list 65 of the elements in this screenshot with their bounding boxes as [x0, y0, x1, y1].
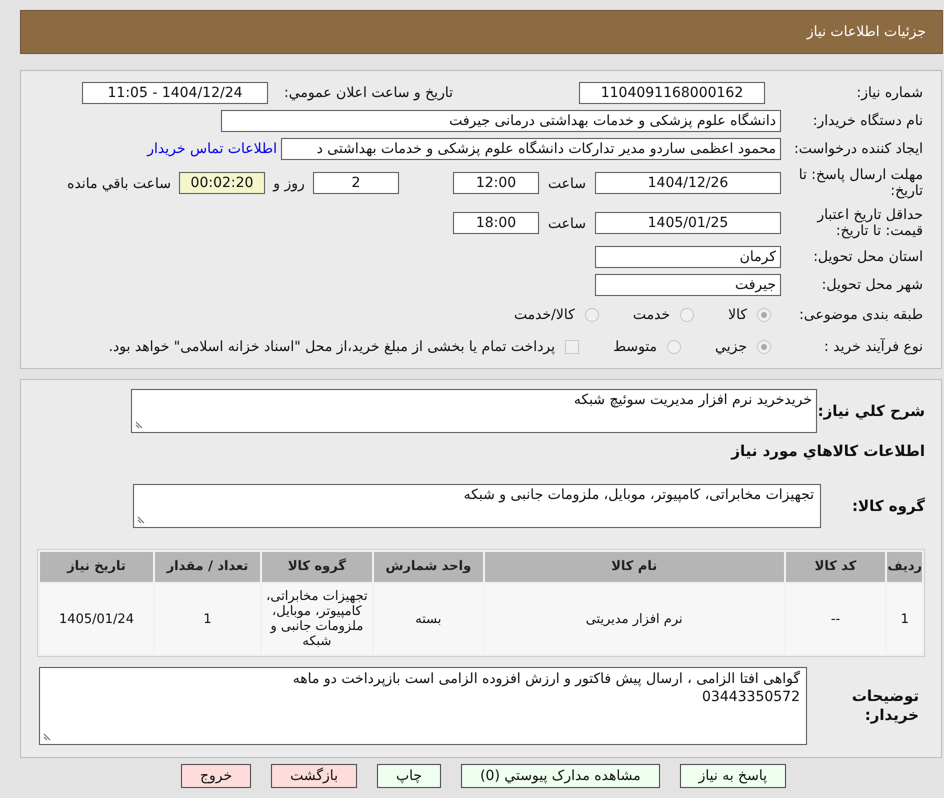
table-cell: -- — [786, 584, 886, 654]
field-label: توضیحات خریدار: — [852, 687, 919, 724]
field-label: نام دستگاه خریدار: — [812, 113, 923, 129]
countdown-field[interactable]: 00:02:20 — [179, 172, 265, 194]
action-button[interactable]: بازگشت — [271, 764, 357, 788]
label-text: ساعت — [548, 216, 586, 232]
column-header: تعداد / مقدار — [155, 552, 260, 582]
action-button[interactable]: خروج — [180, 764, 252, 788]
field-label: شرح کلي نياز: — [818, 402, 925, 420]
field-label: استان محل تحویل: — [813, 249, 923, 265]
text-field[interactable]: 2 — [313, 172, 399, 194]
text-field[interactable]: 1405/01/25 — [595, 212, 781, 234]
text-field[interactable]: دانشگاه علوم پزشکی و خدمات بهداشتی درمانی جیرفت — [221, 110, 781, 132]
table-cell: 1 — [887, 584, 922, 654]
field-label: گروه کالا: — [852, 496, 925, 515]
page-title: جزئیات اطلاعات نیاز — [806, 22, 926, 42]
column-header: کد کالا — [786, 552, 886, 582]
radio-label: متوسط — [613, 338, 658, 356]
field-label: حداقل تاریخ اعتبار قیمت: تا تاریخ: — [817, 207, 923, 239]
label-text: تاریخ و ساعت اعلان عمومي: — [284, 84, 453, 102]
label-text: ساعت باقي مانده — [67, 176, 171, 192]
text-field[interactable]: 1404/12/26 — [595, 172, 781, 194]
field-label: شماره نیاز: — [856, 85, 923, 101]
section-heading: اطلاعات کالاهاي مورد نياز — [731, 442, 925, 460]
field-label: شهر محل تحویل: — [822, 277, 923, 293]
table-cell: بسته — [374, 584, 483, 654]
resize-grip-icon[interactable] — [43, 733, 51, 741]
field-label: نوع فرآیند خرید : — [824, 339, 923, 355]
column-header: ردیف — [887, 552, 922, 582]
column-header: واحد شمارش — [374, 552, 483, 582]
radio-label: جزيي — [715, 338, 747, 356]
notes-line: 03443350572 — [701, 688, 800, 706]
column-header: نام کالا — [484, 552, 784, 582]
radio-label: کالا/خدمت — [514, 306, 575, 324]
text-field[interactable]: 12:00 — [453, 172, 539, 194]
resize-grip-icon[interactable] — [137, 516, 145, 524]
text-field[interactable]: کرمان — [595, 246, 781, 268]
resize-grip-icon[interactable] — [135, 421, 143, 429]
action-button[interactable]: پاسخ به نیاز — [680, 764, 786, 788]
checkbox[interactable] — [565, 340, 580, 354]
label-text: ساعت — [548, 176, 586, 192]
field-label: طبقه بندی موضوعی: — [799, 307, 923, 323]
action-button[interactable]: چاپ — [376, 764, 442, 788]
checkbox-label: پرداخت تمام یا بخشی از مبلغ خرید،از محل "اسناد خزانه اسلامی" خواهد بود. — [108, 338, 556, 356]
goods-group-field[interactable]: تجهیزات مخابراتی، کامپیوتر، موبایل، ملزومات جانبی و شبکه — [133, 484, 821, 528]
column-header: گروه کالا — [262, 552, 372, 582]
table-cell: نرم افزار مدیریتی — [484, 584, 784, 654]
label-text: روز و — [273, 176, 305, 192]
radio-label: کالا — [728, 306, 747, 324]
description-field[interactable]: خریدخرید نرم افزار مدیریت سوئیچ شبکه — [131, 389, 817, 433]
text-field[interactable]: محمود اعظمی ساردو مدیر تدارکات دانشگاه علوم پزشکی و خدمات بهداشتی د — [281, 138, 781, 160]
column-header: تاریخ نیاز — [40, 552, 153, 582]
table-cell: 1 — [155, 584, 260, 654]
contact-link[interactable]: اطلاعات تماس خریدار — [147, 138, 277, 160]
table-cell: 1405/01/24 — [40, 584, 153, 654]
table-cell: تجهیزات مخابراتی، کامپیوتر، موبایل، ملزومات جانبی و شبکه — [262, 584, 372, 654]
notes-line: گواهی افتا الزامی ، ارسال پیش فاکتور و ارزش افزوده الزامی است بازپرداخت دو ماهه — [292, 670, 800, 688]
radio-label: خدمت — [632, 306, 670, 324]
text-field[interactable]: 1404/12/24 - 11:05 — [82, 82, 268, 104]
field-label: مهلت ارسال پاسخ: تا تاریخ: — [798, 167, 923, 199]
field-label: ایجاد کننده درخواست: — [794, 141, 923, 157]
text-field[interactable]: 1104091168000162 — [579, 82, 765, 104]
text-field[interactable]: 18:00 — [453, 212, 539, 234]
text-field[interactable]: جیرفت — [595, 274, 781, 296]
action-button[interactable]: مشاهده مدارک پیوستي (0) — [461, 764, 660, 788]
